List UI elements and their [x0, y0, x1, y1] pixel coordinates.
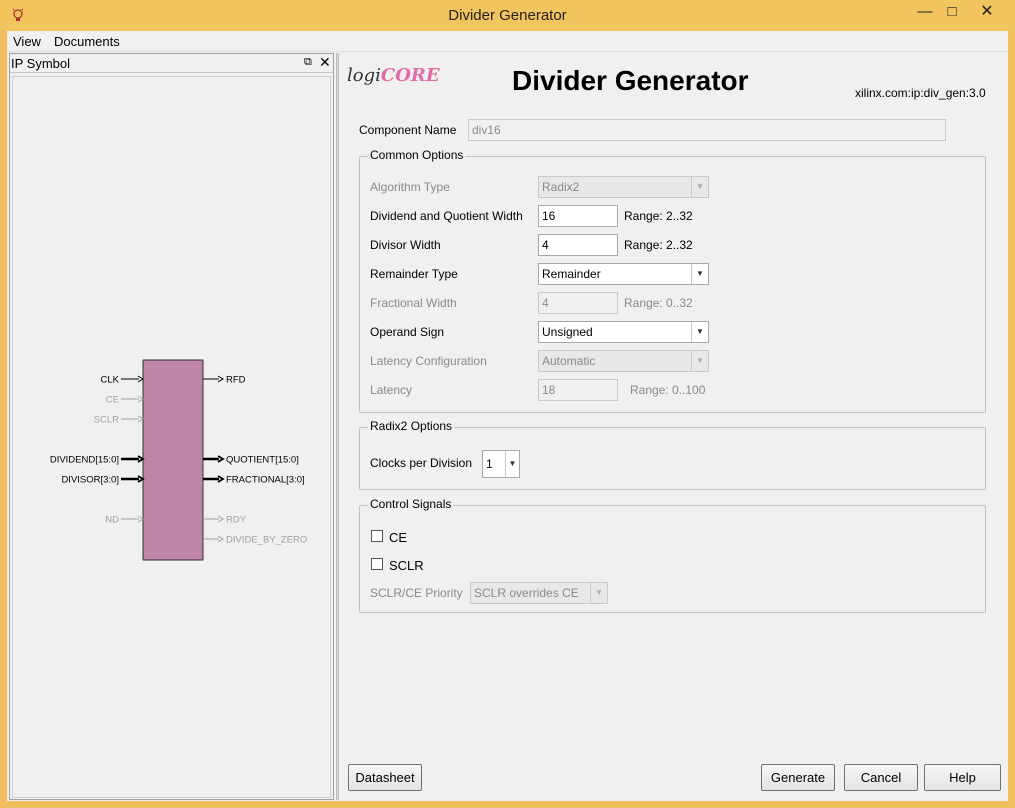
algorithm-type-label: Algorithm Type [370, 180, 450, 194]
panel-title: IP Symbol [11, 56, 71, 71]
window-title: Divider Generator [448, 7, 567, 24]
chevron-down-icon: ▼ [691, 351, 708, 371]
window: Divider Generator — □ ✕ View Documents I… [0, 0, 1015, 808]
sclr-ce-priority-label: SCLR/CE Priority [370, 586, 463, 600]
panel-restore-icon[interactable]: ⧉ [304, 56, 312, 69]
in-port-label-5: ND [105, 515, 119, 526]
clocks-per-division-select[interactable]: 1 ▼ [482, 450, 520, 478]
remainder-type-select[interactable]: Remainder ▼ [538, 263, 709, 285]
divisor-width-input[interactable]: 4 [538, 234, 618, 256]
sclr-label: SCLR [389, 558, 424, 573]
dividend-width-input[interactable]: 16 [538, 205, 618, 227]
menu-view[interactable]: View [13, 34, 41, 49]
chevron-down-icon: ▼ [691, 177, 708, 197]
radix2-options-title: Radix2 Options [368, 419, 455, 433]
dividend-width-label: Dividend and Quotient Width [370, 209, 523, 223]
symbol-canvas: CLK CE SCLR DIVIDEND[15:0] DIVISOR[3:0] ND RFD… [12, 76, 331, 798]
out-port-label-3: RDY [226, 515, 247, 526]
title-bar: Divider Generator — □ ✕ [0, 0, 1015, 31]
client-area: View Documents IP Symbol ⧉ ✕ CLK CE SCLR DI… [7, 31, 1008, 801]
chevron-down-icon: ▼ [691, 264, 708, 284]
fractional-width-input[interactable]: 4 [538, 292, 618, 314]
chevron-down-icon: ▼ [505, 451, 519, 477]
control-signals-title: Control Signals [368, 497, 454, 511]
ip-vlnv: xilinx.com:ip:div_gen:3.0 [855, 86, 986, 100]
common-options-title: Common Options [368, 148, 466, 162]
dividend-width-range: Range: 2..32 [624, 209, 693, 223]
latency-label: Latency [370, 383, 413, 397]
out-port-label-0: RFD [226, 375, 246, 386]
clocks-per-division-label: Clocks per Division [370, 456, 473, 470]
out-port-label-1: QUOTIENT[15:0] [226, 455, 299, 466]
fractional-width-label: Fractional Width [370, 296, 457, 310]
ip-block [142, 359, 204, 561]
algorithm-type-select[interactable]: Radix2 ▼ [538, 176, 709, 198]
latency-input[interactable]: 18 [538, 379, 618, 401]
divisor-width-range: Range: 2..32 [624, 238, 693, 252]
latency-range: Range: 0..100 [630, 383, 706, 397]
config-panel: logiCORE Divider Generator xilinx.com:ip… [339, 53, 1008, 800]
component-name-label: Component Name [359, 123, 457, 137]
in-port-label-3: DIVIDEND[15:0] [50, 455, 119, 466]
close-button[interactable]: ✕ [964, 2, 1010, 24]
maximize-button[interactable]: □ [938, 2, 966, 24]
sclr-checkbox[interactable] [371, 558, 383, 570]
minimize-button[interactable]: — [910, 2, 940, 24]
ip-symbol-panel: IP Symbol ⧉ ✕ CLK CE SCLR DIVIDEND[15:0] DIV… [9, 53, 334, 800]
remainder-type-label: Remainder Type [370, 267, 458, 281]
in-port-label-1: CE [106, 395, 119, 406]
divisor-width-label: Divisor Width [370, 238, 441, 252]
out-port-label-4: DIVIDE_BY_ZERO [226, 535, 307, 546]
out-port-label-2: FRACTIONAL[3:0] [226, 475, 305, 486]
in-port-label-4: DIVISOR[3:0] [61, 475, 119, 486]
page-title: Divider Generator [512, 65, 749, 96]
datasheet-button[interactable]: Datasheet [348, 764, 422, 791]
in-port-label-0: CLK [101, 375, 120, 386]
ip-symbol-diagram: CLK CE SCLR DIVIDEND[15:0] DIVISOR[3:0] ND RFD… [50, 359, 307, 561]
menu-bar: View Documents [7, 31, 1008, 52]
operand-sign-select[interactable]: Unsigned ▼ [538, 321, 709, 343]
sclr-ce-priority-select[interactable]: SCLR overrides CE ▼ [470, 582, 608, 604]
component-name-input[interactable]: div16 [468, 119, 946, 141]
generate-button[interactable]: Generate [761, 764, 835, 791]
chevron-down-icon: ▼ [691, 322, 708, 342]
help-button[interactable]: Help [924, 764, 1001, 791]
chevron-down-icon: ▼ [590, 583, 607, 603]
latency-config-select[interactable]: Automatic ▼ [538, 350, 709, 372]
latency-config-label: Latency Configuration [370, 354, 487, 368]
operand-sign-label: Operand Sign [370, 325, 445, 339]
logicore-logo: logiCORE [347, 65, 440, 86]
panel-header: IP Symbol ⧉ ✕ [10, 54, 333, 73]
ce-label: CE [389, 530, 408, 545]
menu-documents[interactable]: Documents [54, 34, 120, 49]
fractional-width-range: Range: 0..32 [624, 296, 693, 310]
ce-checkbox[interactable] [371, 530, 383, 542]
in-port-label-2: SCLR [94, 415, 119, 426]
panel-close-icon[interactable]: ✕ [319, 54, 331, 71]
cancel-button[interactable]: Cancel [844, 764, 918, 791]
